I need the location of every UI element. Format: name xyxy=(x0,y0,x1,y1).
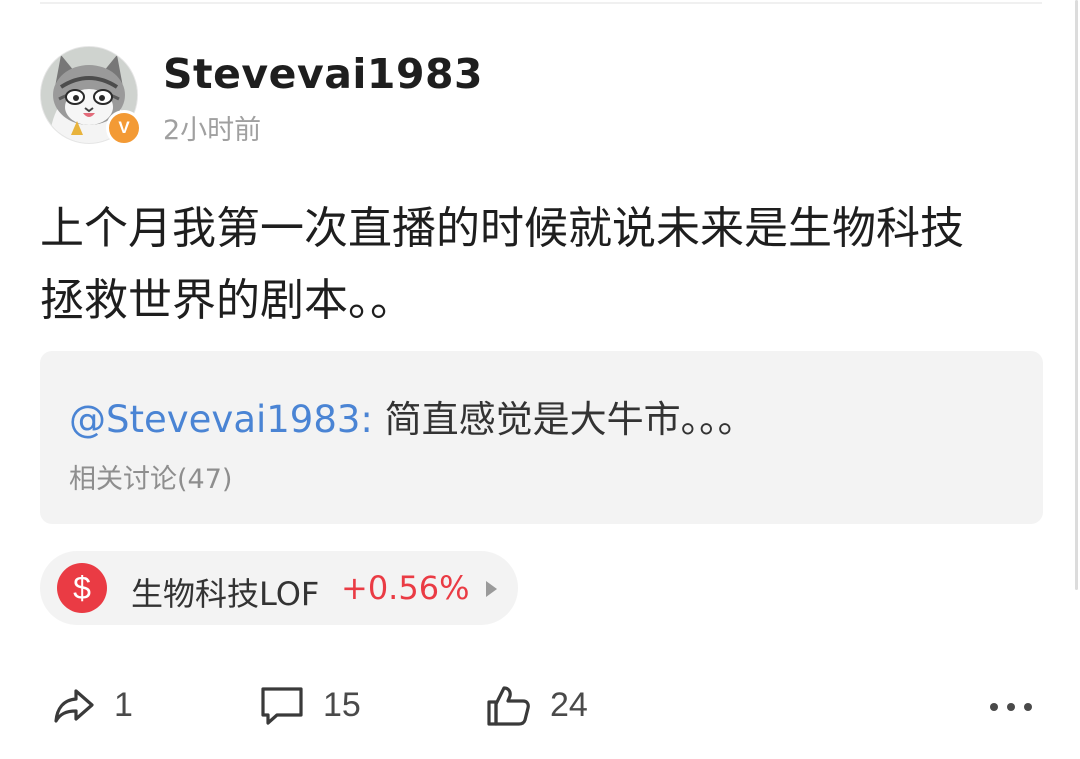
share-icon xyxy=(52,683,96,727)
stock-change-percent: +0.56% xyxy=(341,569,470,607)
share-button[interactable]: 1 xyxy=(52,680,133,730)
more-dot-icon xyxy=(990,703,998,711)
author-avatar[interactable]: V xyxy=(40,46,142,146)
like-count: 24 xyxy=(550,685,588,724)
post-body-line-1: 上个月我第一次直播的时候就说未来是生物科技 xyxy=(40,203,964,254)
stock-tag-chip[interactable]: $ 生物科技LOF +0.56% xyxy=(40,551,518,625)
author-username[interactable]: Stevevai1983 xyxy=(163,50,483,98)
quoted-post-text: @Stevevai1983: 简直感觉是大牛市。。。 xyxy=(69,389,755,443)
thumbs-up-icon xyxy=(486,682,532,728)
post-detail-page: V Stevevai1983 2小时前 上个月我第一次直播的时候就说未来是生物科… xyxy=(0,0,1080,759)
post-timestamp: 2小时前 xyxy=(163,115,262,146)
share-count: 1 xyxy=(114,685,133,724)
scrollbar[interactable] xyxy=(1075,0,1078,590)
stock-name: 生物科技LOF xyxy=(131,575,320,613)
quoted-post-card[interactable]: @Stevevai1983: 简直感觉是大牛市。。。 相关讨论(47) xyxy=(40,351,1043,524)
dollar-icon: $ xyxy=(57,563,107,613)
post-body-line-2: 拯救世界的剧本。。 xyxy=(40,275,414,326)
related-discussion-link[interactable]: 相关讨论(47) xyxy=(69,457,232,496)
comment-icon xyxy=(259,683,305,727)
more-dot-icon xyxy=(1024,703,1032,711)
quoted-post-content: 简直感觉是大牛市。。。 xyxy=(372,398,755,441)
more-dot-icon xyxy=(1007,703,1015,711)
verified-badge-icon: V xyxy=(106,110,142,146)
chevron-right-icon xyxy=(486,581,497,597)
comment-button[interactable]: 15 xyxy=(259,680,361,730)
quoted-author-mention[interactable]: @Stevevai1983: xyxy=(69,398,373,441)
post-body: 上个月我第一次直播的时候就说未来是生物科技 拯救世界的剧本。。 xyxy=(40,193,1045,337)
more-options-button[interactable] xyxy=(990,700,1032,714)
like-button[interactable]: 24 xyxy=(486,680,588,730)
comment-count: 15 xyxy=(323,685,361,724)
top-divider xyxy=(40,2,1042,4)
